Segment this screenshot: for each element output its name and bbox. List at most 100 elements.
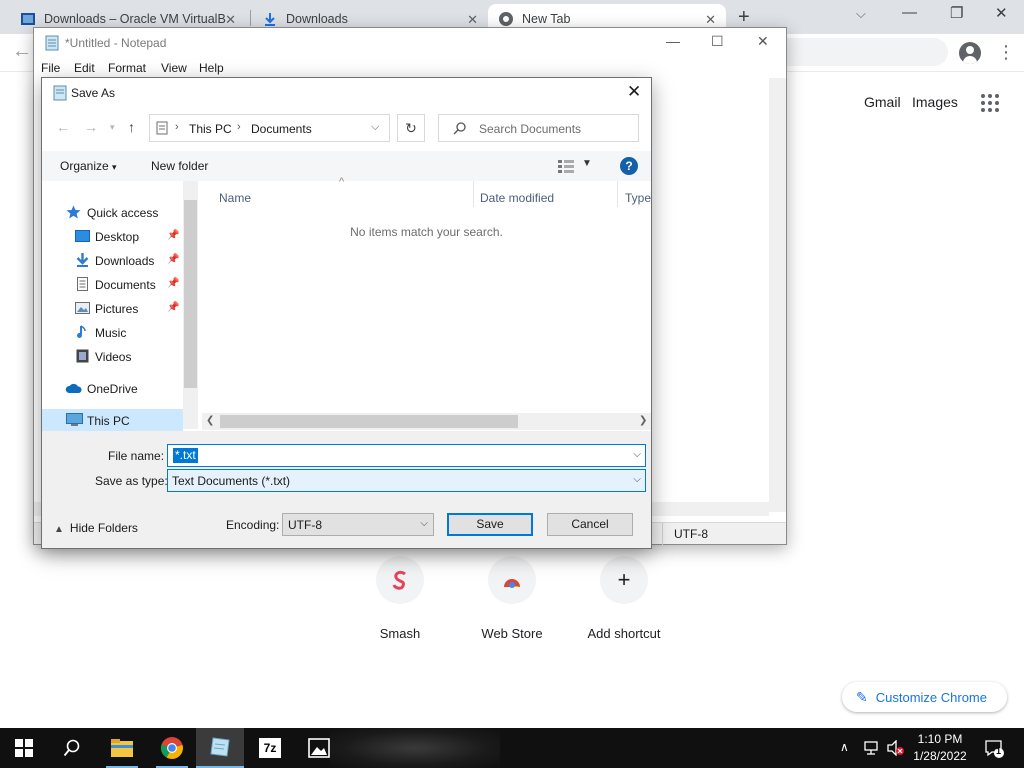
chevron-up-icon[interactable]: ∧ bbox=[840, 740, 849, 754]
cancel-button[interactable]: Cancel bbox=[547, 513, 633, 536]
chevron-down-icon[interactable]: ⌵ bbox=[633, 449, 641, 460]
help-icon[interactable]: ? bbox=[620, 157, 638, 175]
chevron-up-icon: ▲ bbox=[54, 524, 64, 535]
new-tab-plus-icon[interactable]: + bbox=[738, 6, 750, 29]
scrollbar-thumb[interactable] bbox=[184, 200, 197, 388]
nav-item-videos[interactable]: Videos bbox=[42, 345, 183, 367]
chevron-right-icon[interactable]: › bbox=[237, 121, 241, 133]
notification-center-icon[interactable]: 1 bbox=[984, 738, 1004, 758]
menu-view[interactable]: View bbox=[161, 61, 187, 75]
file-name-input[interactable]: *.txt ⌵ bbox=[167, 444, 646, 467]
profile-icon[interactable] bbox=[959, 42, 981, 64]
nav-item-documents[interactable]: Documents 📌 bbox=[42, 273, 183, 295]
customize-chrome-button[interactable]: ✎ Customize Chrome bbox=[842, 682, 1007, 712]
chevron-down-icon[interactable]: ▼ bbox=[582, 158, 592, 169]
nav-item-onedrive[interactable]: OneDrive bbox=[42, 377, 183, 399]
nav-item-desktop[interactable]: Desktop 📌 bbox=[42, 225, 183, 247]
taskbar-7zip[interactable]: 7z bbox=[246, 728, 294, 768]
pin-icon: 📌 bbox=[167, 230, 180, 241]
start-button[interactable] bbox=[0, 728, 48, 768]
minimize-icon[interactable]: — bbox=[902, 4, 917, 21]
taskbar-photos[interactable] bbox=[295, 728, 343, 768]
chevron-right-icon[interactable]: ❯ bbox=[639, 415, 647, 426]
save-button[interactable]: Save bbox=[447, 513, 533, 536]
forward-arrow-icon[interactable]: → bbox=[84, 119, 98, 135]
gmail-link[interactable]: Gmail bbox=[864, 94, 901, 110]
up-arrow-icon[interactable]: ↑ bbox=[128, 119, 135, 135]
column-header-type[interactable]: Type bbox=[625, 191, 651, 205]
volume-muted-icon[interactable] bbox=[886, 740, 904, 756]
nav-label: OneDrive bbox=[87, 382, 138, 396]
shortcut-add[interactable]: + Add shortcut bbox=[569, 556, 679, 641]
hide-folders-label: Hide Folders bbox=[69, 521, 138, 535]
nav-item-this-pc[interactable]: This PC bbox=[42, 409, 183, 431]
save-as-type-select[interactable]: Text Documents (*.txt) ⌵ bbox=[167, 469, 646, 492]
chevron-down-icon[interactable]: ⌵ bbox=[856, 6, 866, 22]
hide-folders-button[interactable]: ▲ Hide Folders bbox=[54, 521, 138, 535]
more-menu-icon[interactable]: ⋮ bbox=[997, 42, 1015, 62]
scrollbar-thumb[interactable] bbox=[220, 415, 518, 428]
notepad-titlebar[interactable]: *Untitled - Notepad — ☐ ✕ bbox=[34, 28, 786, 58]
images-link[interactable]: Images bbox=[912, 94, 958, 110]
column-header-name[interactable]: Name bbox=[219, 191, 251, 205]
menu-format[interactable]: Format bbox=[108, 61, 146, 75]
new-folder-button[interactable]: New folder bbox=[151, 159, 208, 173]
column-header-date-modified[interactable]: Date modified bbox=[480, 191, 554, 205]
close-icon[interactable]: ✕ bbox=[627, 82, 641, 102]
menu-file[interactable]: File bbox=[41, 61, 60, 75]
close-icon[interactable]: ✕ bbox=[705, 12, 716, 28]
back-arrow-icon[interactable]: ← bbox=[56, 119, 70, 135]
pin-icon: 📌 bbox=[167, 278, 180, 289]
close-icon[interactable]: ✕ bbox=[467, 12, 478, 28]
download-icon bbox=[265, 13, 275, 26]
close-icon[interactable]: ✕ bbox=[225, 12, 236, 28]
taskbar-file-explorer[interactable] bbox=[98, 728, 146, 768]
refresh-button[interactable]: ↻ bbox=[397, 114, 425, 142]
breadcrumb-this-pc[interactable]: This PC bbox=[189, 122, 232, 136]
chevron-right-icon[interactable]: › bbox=[175, 121, 179, 133]
shortcut-smash[interactable]: Smash bbox=[345, 556, 455, 641]
address-bar[interactable] bbox=[760, 38, 948, 66]
save-options-panel: File name: *.txt ⌵ Save as type: Text Do… bbox=[42, 431, 651, 548]
menu-edit[interactable]: Edit bbox=[74, 61, 95, 75]
column-divider[interactable] bbox=[473, 181, 474, 207]
nav-item-downloads[interactable]: Downloads 📌 bbox=[42, 249, 183, 271]
taskbar-chrome[interactable] bbox=[148, 728, 196, 768]
chevron-down-icon[interactable]: ⌵ bbox=[371, 121, 379, 134]
breadcrumb-documents[interactable]: Documents bbox=[251, 122, 312, 136]
search-input[interactable]: Search Documents bbox=[438, 114, 639, 142]
google-apps-icon[interactable] bbox=[981, 94, 999, 112]
address-breadcrumb[interactable]: › This PC › Documents ⌵ bbox=[149, 114, 390, 142]
menu-help[interactable]: Help bbox=[199, 61, 224, 75]
network-icon[interactable] bbox=[862, 740, 880, 756]
nav-item-pictures[interactable]: Pictures 📌 bbox=[42, 297, 183, 319]
encoding-select[interactable]: UTF-8 ⌵ bbox=[282, 513, 434, 536]
close-window-icon[interactable]: ✕ bbox=[995, 4, 1008, 22]
file-list[interactable]: ^ Name Date modified Type No items match… bbox=[202, 176, 651, 429]
minimize-icon[interactable]: — bbox=[666, 33, 680, 49]
organize-label: Organize bbox=[60, 159, 109, 173]
chevron-left-icon[interactable]: ❮ bbox=[206, 415, 214, 426]
maximize-icon[interactable]: ☐ bbox=[711, 33, 724, 50]
tab-label: Downloads – Oracle VM VirtualB bbox=[44, 12, 226, 26]
view-details-icon[interactable] bbox=[557, 159, 575, 173]
vertical-scrollbar[interactable] bbox=[769, 78, 786, 512]
nav-item-quick-access[interactable]: Quick access bbox=[42, 201, 183, 223]
taskbar-notepad[interactable] bbox=[196, 728, 244, 768]
computer-icon bbox=[66, 413, 83, 426]
taskbar-search-button[interactable] bbox=[48, 728, 96, 768]
nav-label: Videos bbox=[95, 350, 132, 364]
restore-icon[interactable]: ❐ bbox=[950, 4, 963, 22]
nav-item-music[interactable]: Music bbox=[42, 321, 183, 343]
chrome-icon bbox=[160, 737, 183, 759]
clock-date[interactable]: 1/28/2022 bbox=[908, 749, 972, 763]
organize-button[interactable]: Organize ▾ bbox=[60, 159, 117, 173]
column-divider[interactable] bbox=[617, 181, 618, 207]
horizontal-scrollbar[interactable]: ❮ ❯ bbox=[202, 413, 651, 430]
back-arrow-icon[interactable]: ← bbox=[12, 40, 32, 63]
clock-time[interactable]: 1:10 PM bbox=[912, 732, 968, 746]
dialog-titlebar[interactable]: Save As ✕ bbox=[42, 78, 651, 108]
close-icon[interactable]: ✕ bbox=[757, 33, 769, 50]
recent-locations-icon[interactable]: ▾ bbox=[110, 122, 115, 133]
shortcut-web-store[interactable]: Web Store bbox=[457, 556, 567, 641]
